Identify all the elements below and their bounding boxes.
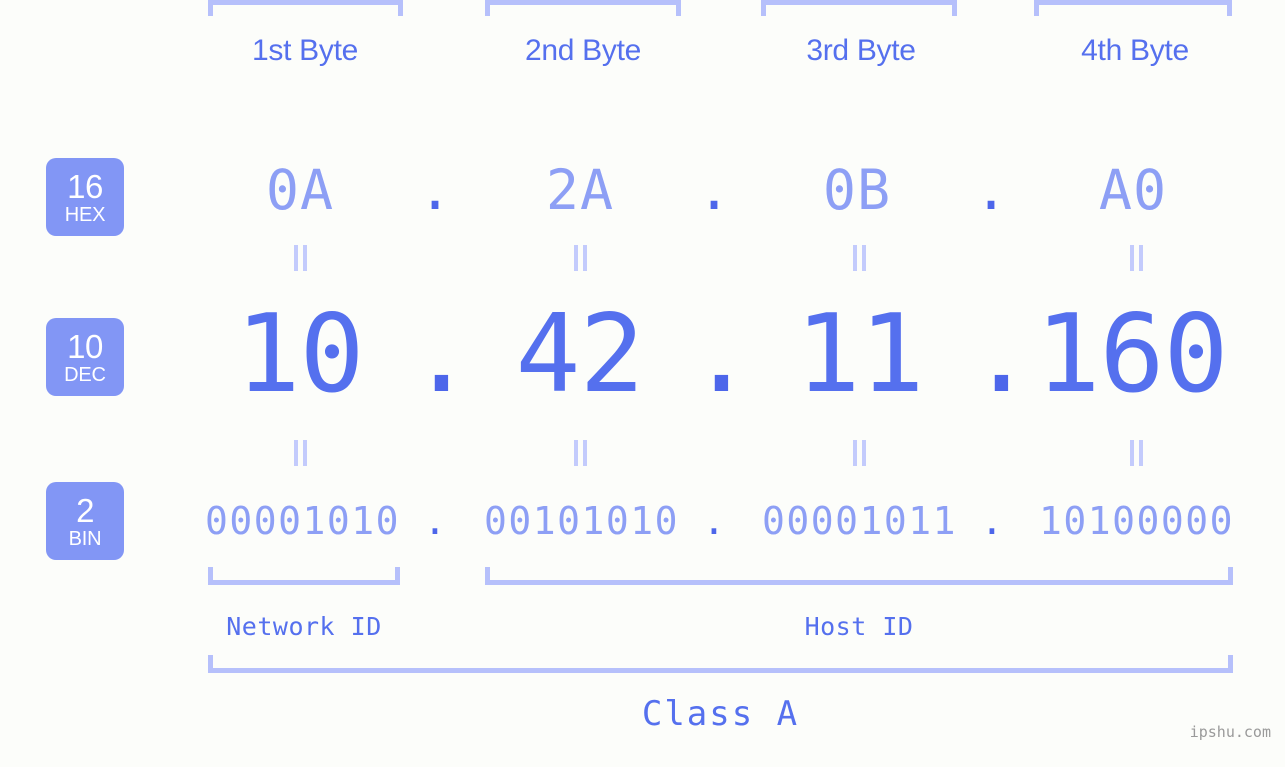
radix-badge-hex-number: 16 xyxy=(67,167,103,205)
radix-badge-hex: 16 HEX xyxy=(46,158,124,236)
byte-header-label-4: 4th Byte xyxy=(1081,34,1189,67)
bin-octet-4: 10100000 xyxy=(1038,499,1235,543)
byte-bracket-top-2 xyxy=(485,0,681,16)
hex-octet-1: 0A xyxy=(265,158,335,222)
equals-icon-dec-bin-2 xyxy=(567,440,593,466)
hex-octet-4: A0 xyxy=(1098,158,1168,222)
radix-badge-dec: 10 DEC xyxy=(46,318,124,396)
hex-octet-2: 2A xyxy=(545,158,615,222)
host-id-label: Host ID xyxy=(804,612,914,641)
bin-separator-3: . xyxy=(980,499,1004,543)
dec-octet-3: 11 xyxy=(795,292,924,417)
radix-badge-bin: 2 BIN xyxy=(46,482,124,560)
byte-bracket-top-4 xyxy=(1034,0,1232,16)
hex-separator-1: . xyxy=(418,158,452,222)
dec-octet-2: 42 xyxy=(515,292,644,417)
class-bracket xyxy=(208,655,1233,673)
equals-icon-hex-dec-3 xyxy=(846,245,872,271)
equals-icon-hex-dec-4 xyxy=(1123,245,1149,271)
watermark: ipshu.com xyxy=(1189,723,1271,741)
hex-separator-2: . xyxy=(697,158,731,222)
bin-separator-1: . xyxy=(423,499,447,543)
hex-octet-3: 0B xyxy=(822,158,892,222)
host-id-bracket xyxy=(485,567,1233,585)
radix-badge-dec-number: 10 xyxy=(67,327,103,365)
equals-icon-dec-bin-3 xyxy=(846,440,872,466)
dec-separator-2: . xyxy=(689,292,755,417)
byte-header-label-1: 1st Byte xyxy=(252,34,358,67)
dec-octet-4: 160 xyxy=(1035,292,1228,417)
class-label: Class A xyxy=(641,694,800,734)
radix-badge-bin-number: 2 xyxy=(76,491,94,529)
equals-icon-hex-dec-1 xyxy=(287,245,313,271)
byte-bracket-top-1 xyxy=(208,0,403,16)
dec-separator-1: . xyxy=(409,292,475,417)
bin-octet-3: 00001011 xyxy=(761,499,958,543)
dec-separator-3: . xyxy=(969,292,1035,417)
network-id-bracket xyxy=(208,567,400,585)
dec-octet-1: 10 xyxy=(235,292,364,417)
ip-breakdown-diagram: 1st Byte 2nd Byte 3rd Byte 4th Byte 16 H… xyxy=(0,0,1285,767)
radix-badge-hex-system: HEX xyxy=(64,203,106,226)
bin-octet-2: 00101010 xyxy=(483,499,680,543)
bin-octet-1: 00001010 xyxy=(204,499,401,543)
byte-header-label-2: 2nd Byte xyxy=(524,34,642,67)
radix-badge-bin-system: BIN xyxy=(68,527,102,550)
bin-separator-2: . xyxy=(702,499,726,543)
byte-bracket-top-3 xyxy=(761,0,957,16)
radix-badge-dec-system: DEC xyxy=(64,363,106,386)
byte-header-label-3: 3rd Byte xyxy=(806,34,916,67)
equals-icon-dec-bin-4 xyxy=(1123,440,1149,466)
equals-icon-hex-dec-2 xyxy=(567,245,593,271)
network-id-label: Network ID xyxy=(226,612,382,641)
hex-separator-3: . xyxy=(974,158,1008,222)
equals-icon-dec-bin-1 xyxy=(287,440,313,466)
